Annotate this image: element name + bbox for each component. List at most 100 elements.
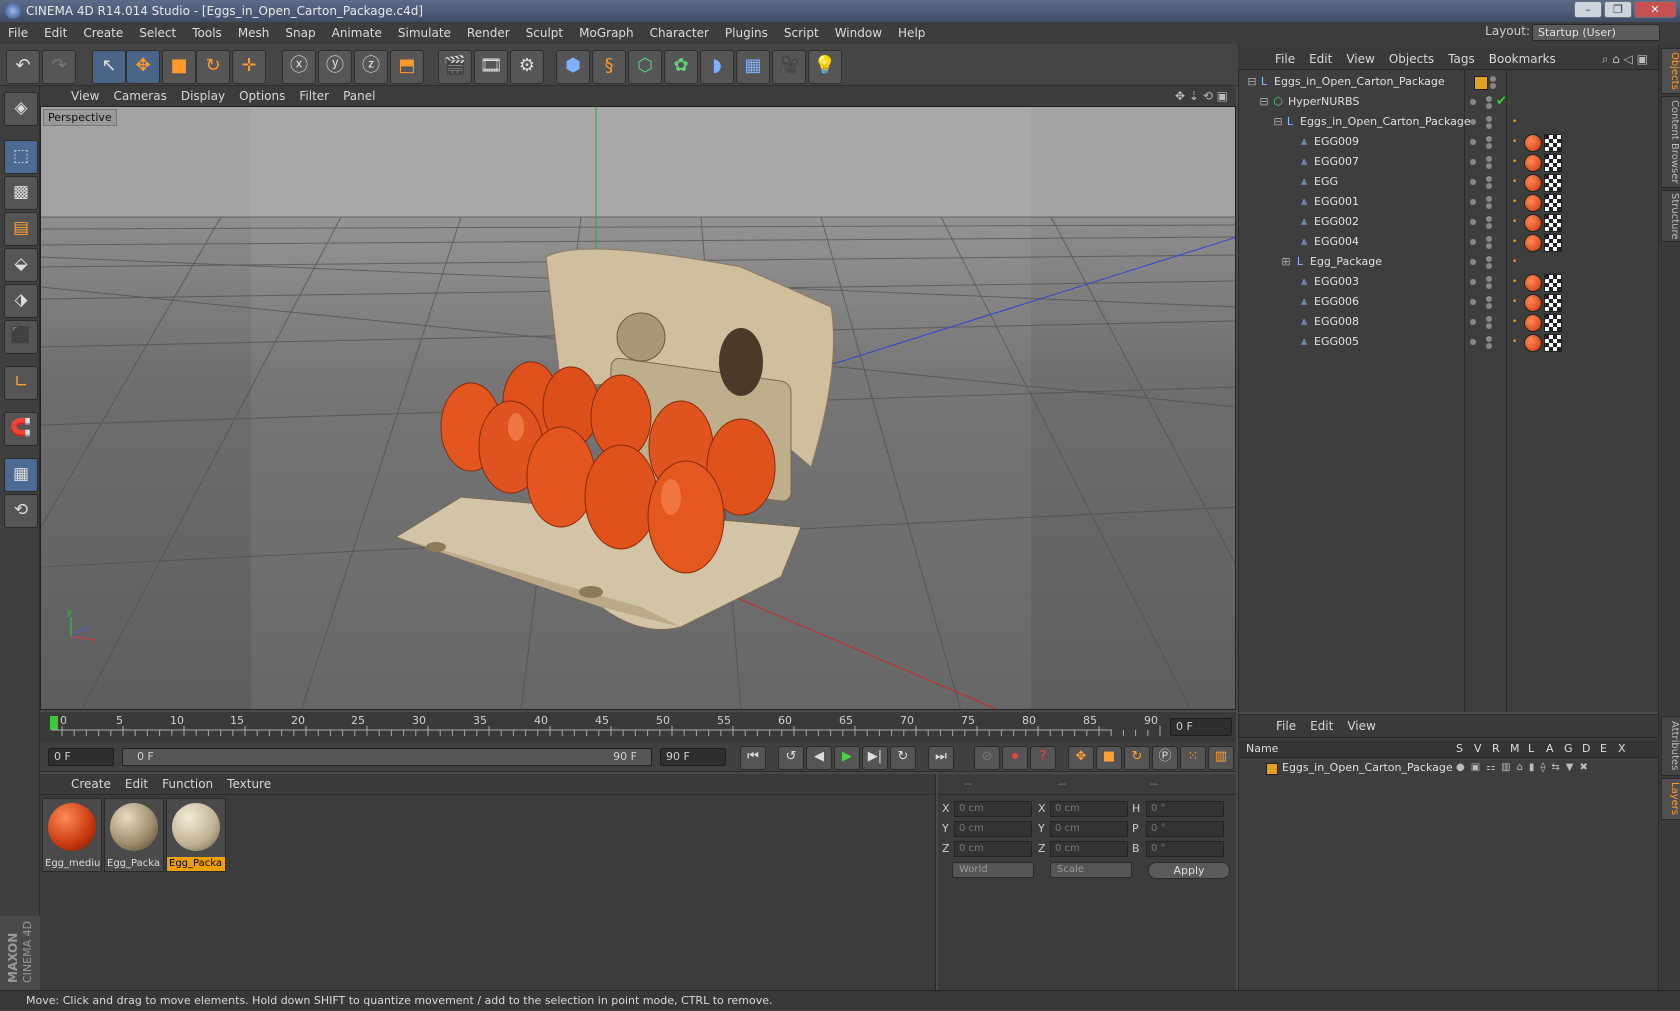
object-row[interactable]: ⊟ ⬡ HyperNURBS ✔ — [1238, 92, 1658, 112]
snap-icon[interactable]: 🧲 — [4, 412, 38, 446]
y-axis-icon[interactable]: ⓨ — [318, 50, 352, 84]
camera-icon[interactable]: 🎥 — [772, 50, 806, 84]
menu-edit[interactable]: Edit — [36, 22, 75, 44]
record-position-icon[interactable]: ✥ — [1068, 746, 1094, 770]
egg-material-tag-icon[interactable] — [1524, 194, 1542, 212]
size-z-field[interactable]: 0 cm — [1050, 841, 1128, 857]
viewport-menu-cameras[interactable]: Cameras — [106, 86, 173, 106]
apply-button[interactable]: Apply — [1148, 862, 1230, 879]
menu-create[interactable]: Create — [75, 22, 131, 44]
record-scale-icon[interactable]: ■ — [1096, 746, 1122, 770]
viewport-nav-icons[interactable]: ✥ ⇣ ⟲ ▣ — [1175, 86, 1228, 106]
phong-tag-icon[interactable]: • — [1512, 338, 1520, 347]
go-to-start-icon[interactable]: ⏮ — [740, 746, 766, 770]
layers-menu-view[interactable]: View — [1340, 715, 1382, 737]
uvw-tag-icon[interactable] — [1544, 194, 1562, 212]
light-icon[interactable]: 💡 — [808, 50, 842, 84]
rotation-h-field[interactable]: 0 ° — [1146, 801, 1224, 817]
previous-frame-icon[interactable]: ◀ — [806, 746, 832, 770]
go-to-end-icon[interactable]: ⏭ — [928, 746, 954, 770]
maximize-button[interactable]: ❐ — [1604, 1, 1632, 18]
menu-simulate[interactable]: Simulate — [390, 22, 459, 44]
objects-menu-view[interactable]: View — [1339, 48, 1381, 70]
undo-icon[interactable]: ↶ — [6, 50, 40, 84]
make-editable-icon[interactable]: ◈ — [4, 92, 38, 126]
object-row[interactable]: ⩓ EGG007 • — [1238, 152, 1658, 172]
object-row[interactable]: ⩓ EGG001 • — [1238, 192, 1658, 212]
object-row[interactable]: ⩓ EGG009 • — [1238, 132, 1658, 152]
phong-tag-icon[interactable]: • — [1512, 318, 1520, 327]
coordinate-space-select[interactable]: World — [952, 862, 1034, 878]
viewport-menu-panel[interactable]: Panel — [336, 86, 382, 106]
tab-layers[interactable]: Layers — [1661, 778, 1680, 820]
rotate-tool-icon[interactable]: ↻ — [196, 50, 230, 84]
point-mode-icon[interactable]: ⬙ — [4, 248, 38, 282]
menu-select[interactable]: Select — [131, 22, 184, 44]
locked-workplane-icon[interactable]: ▦ — [4, 458, 38, 492]
tab-structure[interactable]: Structure — [1661, 190, 1680, 242]
timeline-window-icon[interactable]: ▥ — [1208, 746, 1234, 770]
objects-menu-edit[interactable]: Edit — [1302, 48, 1339, 70]
object-row[interactable]: ⩓ EGG006 • — [1238, 292, 1658, 312]
coordinate-system-icon[interactable]: ⬒ — [390, 50, 424, 84]
material-menu-function[interactable]: Function — [155, 774, 220, 794]
cube-primitive-icon[interactable]: ⬢ — [556, 50, 590, 84]
recent-tool-icon[interactable]: ✛ — [232, 50, 266, 84]
record-keys-disabled-icon[interactable]: ⊘ — [974, 746, 1000, 770]
menu-sculpt[interactable]: Sculpt — [518, 22, 571, 44]
menu-file[interactable]: File — [0, 22, 36, 44]
rotation-b-field[interactable]: 0 ° — [1146, 841, 1224, 857]
spline-pen-icon[interactable]: § — [592, 50, 626, 84]
nurbs-icon[interactable]: ⬡ — [628, 50, 662, 84]
tab-content-browser[interactable]: Content Browser — [1661, 96, 1680, 188]
end-frame-field[interactable]: 90 F — [660, 748, 726, 766]
egg-material-tag-icon[interactable] — [1524, 154, 1542, 172]
phong-tag-icon[interactable]: • — [1512, 158, 1520, 167]
menu-character[interactable]: Character — [642, 22, 717, 44]
object-row[interactable]: ⩓ EGG003 • — [1238, 272, 1658, 292]
uvw-tag-icon[interactable] — [1544, 334, 1562, 352]
phong-tag-icon[interactable]: • — [1512, 298, 1520, 307]
menu-animate[interactable]: Animate — [324, 22, 390, 44]
x-axis-icon[interactable]: ⓧ — [282, 50, 316, 84]
objects-menu-file[interactable]: File — [1268, 48, 1302, 70]
position-y-field[interactable]: 0 cm — [954, 821, 1032, 837]
viewport-menu-view[interactable]: View — [64, 86, 106, 106]
layers-menu-file[interactable]: File — [1269, 715, 1303, 737]
position-z-field[interactable]: 0 cm — [954, 841, 1032, 857]
egg-material-tag-icon[interactable] — [1524, 214, 1542, 232]
current-frame-field[interactable]: 0 F — [1170, 718, 1232, 736]
phong-tag-icon[interactable]: • — [1512, 238, 1520, 247]
next-frame-icon[interactable]: ▶| — [862, 746, 888, 770]
size-mode-select[interactable]: Scale — [1050, 862, 1132, 878]
rotation-p-field[interactable]: 0 ° — [1146, 821, 1224, 837]
uvw-tag-icon[interactable] — [1544, 274, 1562, 292]
viewport-menu-filter[interactable]: Filter — [292, 86, 336, 106]
scale-tool-icon[interactable]: ■ — [162, 50, 196, 84]
uvw-tag-icon[interactable] — [1544, 174, 1562, 192]
uvw-tag-icon[interactable] — [1544, 154, 1562, 172]
texture-mode-icon[interactable]: ▩ — [4, 176, 38, 210]
render-view-icon[interactable]: 🎬 — [438, 50, 472, 84]
object-row[interactable]: ⊟ L Eggs_in_Open_Carton_Package — [1238, 72, 1658, 92]
object-row[interactable]: ⩓ EGG005 • — [1238, 332, 1658, 352]
material-menu-edit[interactable]: Edit — [118, 774, 155, 794]
layer-color-swatch[interactable] — [1266, 763, 1278, 775]
object-row[interactable]: ⩓ EGG008 • — [1238, 312, 1658, 332]
viewport-menu-options[interactable]: Options — [232, 86, 292, 106]
egg-material-tag-icon[interactable] — [1524, 134, 1542, 152]
layer-flag-icons[interactable]: ●▣⚏▥⌂▮⟠⇆▼✖ — [1456, 758, 1594, 778]
phong-tag-icon[interactable]: • — [1512, 178, 1520, 187]
phong-tag-icon[interactable]: • — [1512, 218, 1520, 227]
phong-tag-icon[interactable]: • — [1512, 258, 1520, 267]
uvw-tag-icon[interactable] — [1544, 234, 1562, 252]
live-selection-icon[interactable]: ↖ — [92, 50, 126, 84]
render-settings-icon[interactable]: ⚙ — [510, 50, 544, 84]
polygon-mode-icon[interactable]: ⬛ — [4, 320, 38, 354]
object-row[interactable]: ⊟ L Eggs_in_Open_Carton_Package • — [1238, 112, 1658, 132]
material-swatch[interactable]: Egg_Packa — [104, 798, 164, 872]
egg-material-tag-icon[interactable] — [1524, 334, 1542, 352]
next-key-icon[interactable]: ↻ — [890, 746, 916, 770]
material-swatch[interactable]: Egg_mediu — [42, 798, 102, 872]
deformer-icon[interactable]: ◗ — [700, 50, 734, 84]
